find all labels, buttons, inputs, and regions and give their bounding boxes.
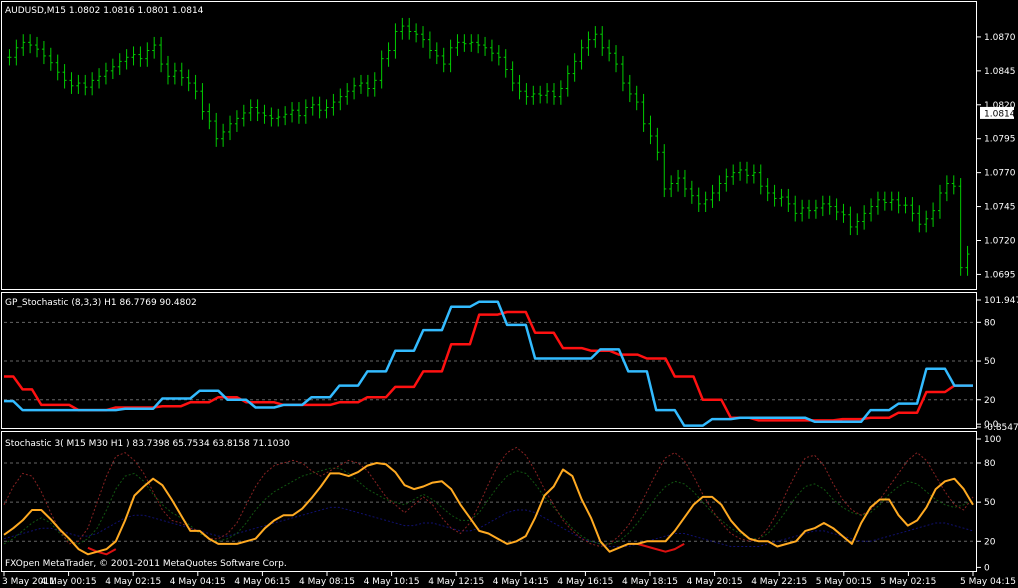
trading-chart[interactable]: AUDUSD,M15 1.0802 1.0816 1.0801 1.0814 G… (0, 0, 1018, 588)
y-tick-label: 80 (984, 459, 996, 469)
stochastic3-pane-title: Stochastic 3( M15 M30 H1 ) 83.7398 65.75… (5, 439, 290, 449)
x-tick-label: 4 May 06:15 (234, 577, 290, 587)
x-tick-label: 5 May 02:15 (880, 577, 936, 587)
y-tick-label: -0.8547 (984, 423, 1018, 433)
x-tick-label: 4 May 10:15 (364, 577, 420, 587)
y-tick-label: 20 (984, 537, 996, 547)
current-price-label: 1.0814 (984, 109, 1016, 119)
copyright-text: FXOpen MetaTrader, © 2001-2011 MetaQuote… (5, 559, 287, 569)
y-tick-label: 1.0845 (984, 67, 1016, 77)
x-tick-label: 5 May 00:15 (816, 577, 872, 587)
y-tick-label: 1.0795 (984, 135, 1016, 145)
y-tick-label: 100 (984, 435, 1001, 445)
gp-stochastic-pane-title: GP_Stochastic (8,3,3) H1 86.7769 90.4802 (5, 298, 197, 308)
price-pane-title: AUDUSD,M15 1.0802 1.0816 1.0801 1.0814 (5, 6, 204, 16)
x-tick-label: 4 May 00:15 (41, 577, 97, 587)
y-tick-label: 1.0870 (984, 33, 1016, 43)
y-tick-label: 1.0745 (984, 203, 1016, 213)
x-tick-label: 4 May 04:15 (170, 577, 226, 587)
x-tick-label: 4 May 20:15 (687, 577, 743, 587)
y-tick-label: 80 (984, 318, 996, 328)
y-tick-label: 20 (984, 396, 996, 406)
y-tick-label: 1.0770 (984, 169, 1016, 179)
x-tick-label: 4 May 14:15 (493, 577, 549, 587)
y-tick-label: 1.0720 (984, 237, 1016, 247)
x-tick-label: 4 May 08:15 (299, 577, 355, 587)
current-price-marker: 1.0814 (980, 106, 1016, 119)
y-tick-label: 101.947 (984, 296, 1018, 306)
x-tick-label: 5 May 04:15 (960, 577, 1016, 587)
x-tick-label: 4 May 02:15 (105, 577, 161, 587)
x-tick-label: 4 May 12:15 (428, 577, 484, 587)
y-tick-label: 0 (984, 563, 990, 573)
x-tick-label: 4 May 18:15 (622, 577, 678, 587)
y-tick-label: 50 (984, 498, 996, 508)
y-tick-label: 50 (984, 357, 996, 367)
x-tick-label: 4 May 22:15 (751, 577, 807, 587)
y-tick-label: 1.0695 (984, 270, 1016, 280)
x-tick-label: 4 May 16:15 (557, 577, 613, 587)
